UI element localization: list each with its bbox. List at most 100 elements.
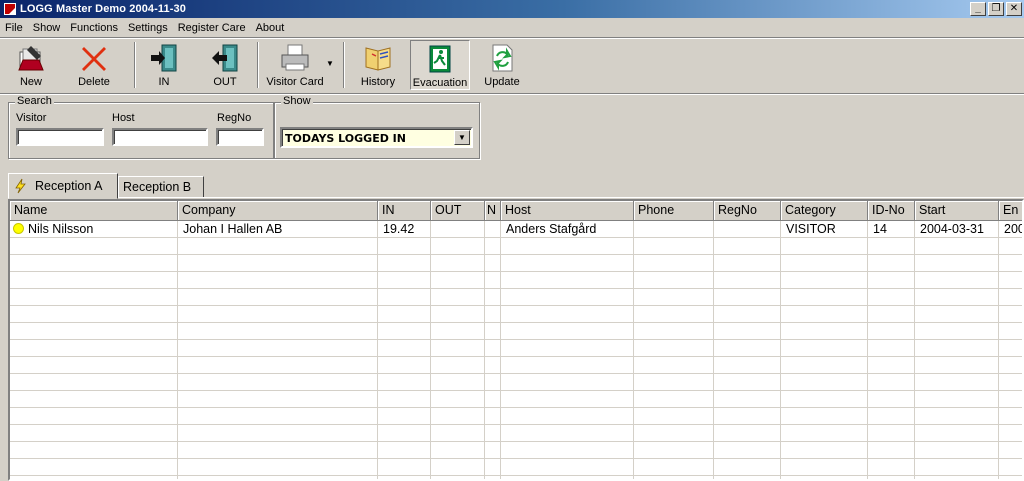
empty-table-row[interactable]	[10, 289, 1022, 306]
empty-cell	[485, 255, 501, 272]
menu-about[interactable]: About	[251, 22, 290, 34]
empty-cell	[999, 272, 1022, 289]
empty-table-row[interactable]	[10, 408, 1022, 425]
column-header-name[interactable]: Name	[10, 201, 178, 221]
menu-register-care[interactable]: Register Care	[173, 22, 251, 34]
minimize-button[interactable]: _	[970, 2, 986, 16]
empty-cell	[714, 374, 781, 391]
empty-cell	[868, 459, 915, 476]
empty-table-row[interactable]	[10, 425, 1022, 442]
visitor-search-input[interactable]	[16, 128, 104, 146]
empty-cell	[378, 357, 431, 374]
delete-button[interactable]: Delete	[72, 40, 116, 90]
column-header-category[interactable]: Category	[781, 201, 868, 221]
column-header-out[interactable]: OUT	[431, 201, 485, 221]
empty-table-row[interactable]	[10, 391, 1022, 408]
empty-table-row[interactable]	[10, 442, 1022, 459]
empty-cell	[915, 306, 999, 323]
empty-cell	[485, 374, 501, 391]
empty-cell	[10, 391, 178, 408]
new-label: New	[19, 76, 42, 88]
chevron-down-icon[interactable]: ▼	[454, 130, 470, 145]
evacuation-button[interactable]: Evacuation	[410, 40, 470, 90]
history-button[interactable]: History	[358, 40, 398, 90]
empty-cell	[634, 323, 714, 340]
empty-table-row[interactable]	[10, 374, 1022, 391]
column-header-n[interactable]: N	[485, 201, 501, 221]
show-filter-select[interactable]: TODAYS LOGGED IN ▼	[280, 127, 473, 148]
restore-icon: ❐	[991, 3, 1001, 14]
toolbar-divider	[0, 93, 1024, 95]
cell-start: 2004-03-31	[915, 221, 999, 238]
close-button[interactable]: ✕	[1006, 2, 1022, 16]
cell-id-no: 14	[868, 221, 915, 238]
door-out-icon	[212, 44, 238, 72]
table-row[interactable]: Nils Nilsson Johan I Hallen AB 19.42 And…	[10, 221, 1022, 238]
empty-cell	[634, 255, 714, 272]
door-in-icon	[151, 44, 177, 72]
empty-cell	[868, 323, 915, 340]
column-header-id-no[interactable]: ID-No	[868, 201, 915, 221]
empty-cell	[485, 238, 501, 255]
column-header-phone[interactable]: Phone	[634, 201, 714, 221]
in-button[interactable]: IN	[146, 40, 182, 90]
empty-cell	[431, 255, 485, 272]
column-header-company[interactable]: Company	[178, 201, 378, 221]
visitor-card-dropdown-icon[interactable]: ▼	[325, 58, 335, 68]
empty-table-row[interactable]	[10, 357, 1022, 374]
empty-cell	[178, 323, 378, 340]
history-label: History	[360, 76, 396, 88]
column-header-end[interactable]: En	[999, 201, 1022, 221]
tab-reception-a[interactable]: Reception A	[8, 173, 118, 199]
search-group-title: Search	[15, 95, 54, 107]
empty-cell	[501, 391, 634, 408]
menu-functions[interactable]: Functions	[65, 22, 123, 34]
tab-reception-b[interactable]: Reception B	[118, 176, 204, 198]
visitor-grid[interactable]: Name Company IN OUT N Host Phone RegNo C…	[8, 199, 1024, 481]
empty-table-row[interactable]	[10, 306, 1022, 323]
empty-table-row[interactable]	[10, 340, 1022, 357]
empty-cell	[714, 323, 781, 340]
empty-cell	[10, 340, 178, 357]
menu-show[interactable]: Show	[28, 22, 66, 34]
menu-settings[interactable]: Settings	[123, 22, 173, 34]
empty-cell	[178, 289, 378, 306]
empty-cell	[378, 476, 431, 479]
empty-cell	[915, 442, 999, 459]
out-button[interactable]: OUT	[207, 40, 243, 90]
empty-table-row[interactable]	[10, 272, 1022, 289]
empty-cell	[501, 255, 634, 272]
column-header-host[interactable]: Host	[501, 201, 634, 221]
empty-cell	[431, 459, 485, 476]
empty-cell	[781, 374, 868, 391]
menu-file[interactable]: File	[0, 22, 28, 34]
empty-table-row[interactable]	[10, 476, 1022, 479]
empty-table-row[interactable]	[10, 323, 1022, 340]
host-search-input[interactable]	[112, 128, 208, 146]
empty-table-row[interactable]	[10, 459, 1022, 476]
empty-cell	[378, 340, 431, 357]
empty-cell	[431, 340, 485, 357]
empty-cell	[501, 323, 634, 340]
regno-search-input[interactable]	[216, 128, 264, 146]
update-button[interactable]: Update	[482, 40, 522, 90]
empty-table-row[interactable]	[10, 255, 1022, 272]
empty-cell	[378, 425, 431, 442]
column-header-in[interactable]: IN	[378, 201, 431, 221]
column-header-start[interactable]: Start	[915, 201, 999, 221]
empty-cell	[178, 442, 378, 459]
empty-cell	[915, 374, 999, 391]
empty-cell	[915, 476, 999, 479]
empty-cell	[634, 272, 714, 289]
visitor-card-button[interactable]: Visitor Card	[264, 40, 326, 90]
empty-cell	[178, 374, 378, 391]
empty-cell	[868, 272, 915, 289]
empty-cell	[868, 442, 915, 459]
restore-button[interactable]: ❐	[988, 2, 1004, 16]
empty-cell	[10, 272, 178, 289]
empty-table-row[interactable]	[10, 238, 1022, 255]
new-button[interactable]: New	[10, 40, 52, 90]
cell-phone	[634, 221, 714, 238]
empty-cell	[501, 289, 634, 306]
column-header-regno[interactable]: RegNo	[714, 201, 781, 221]
